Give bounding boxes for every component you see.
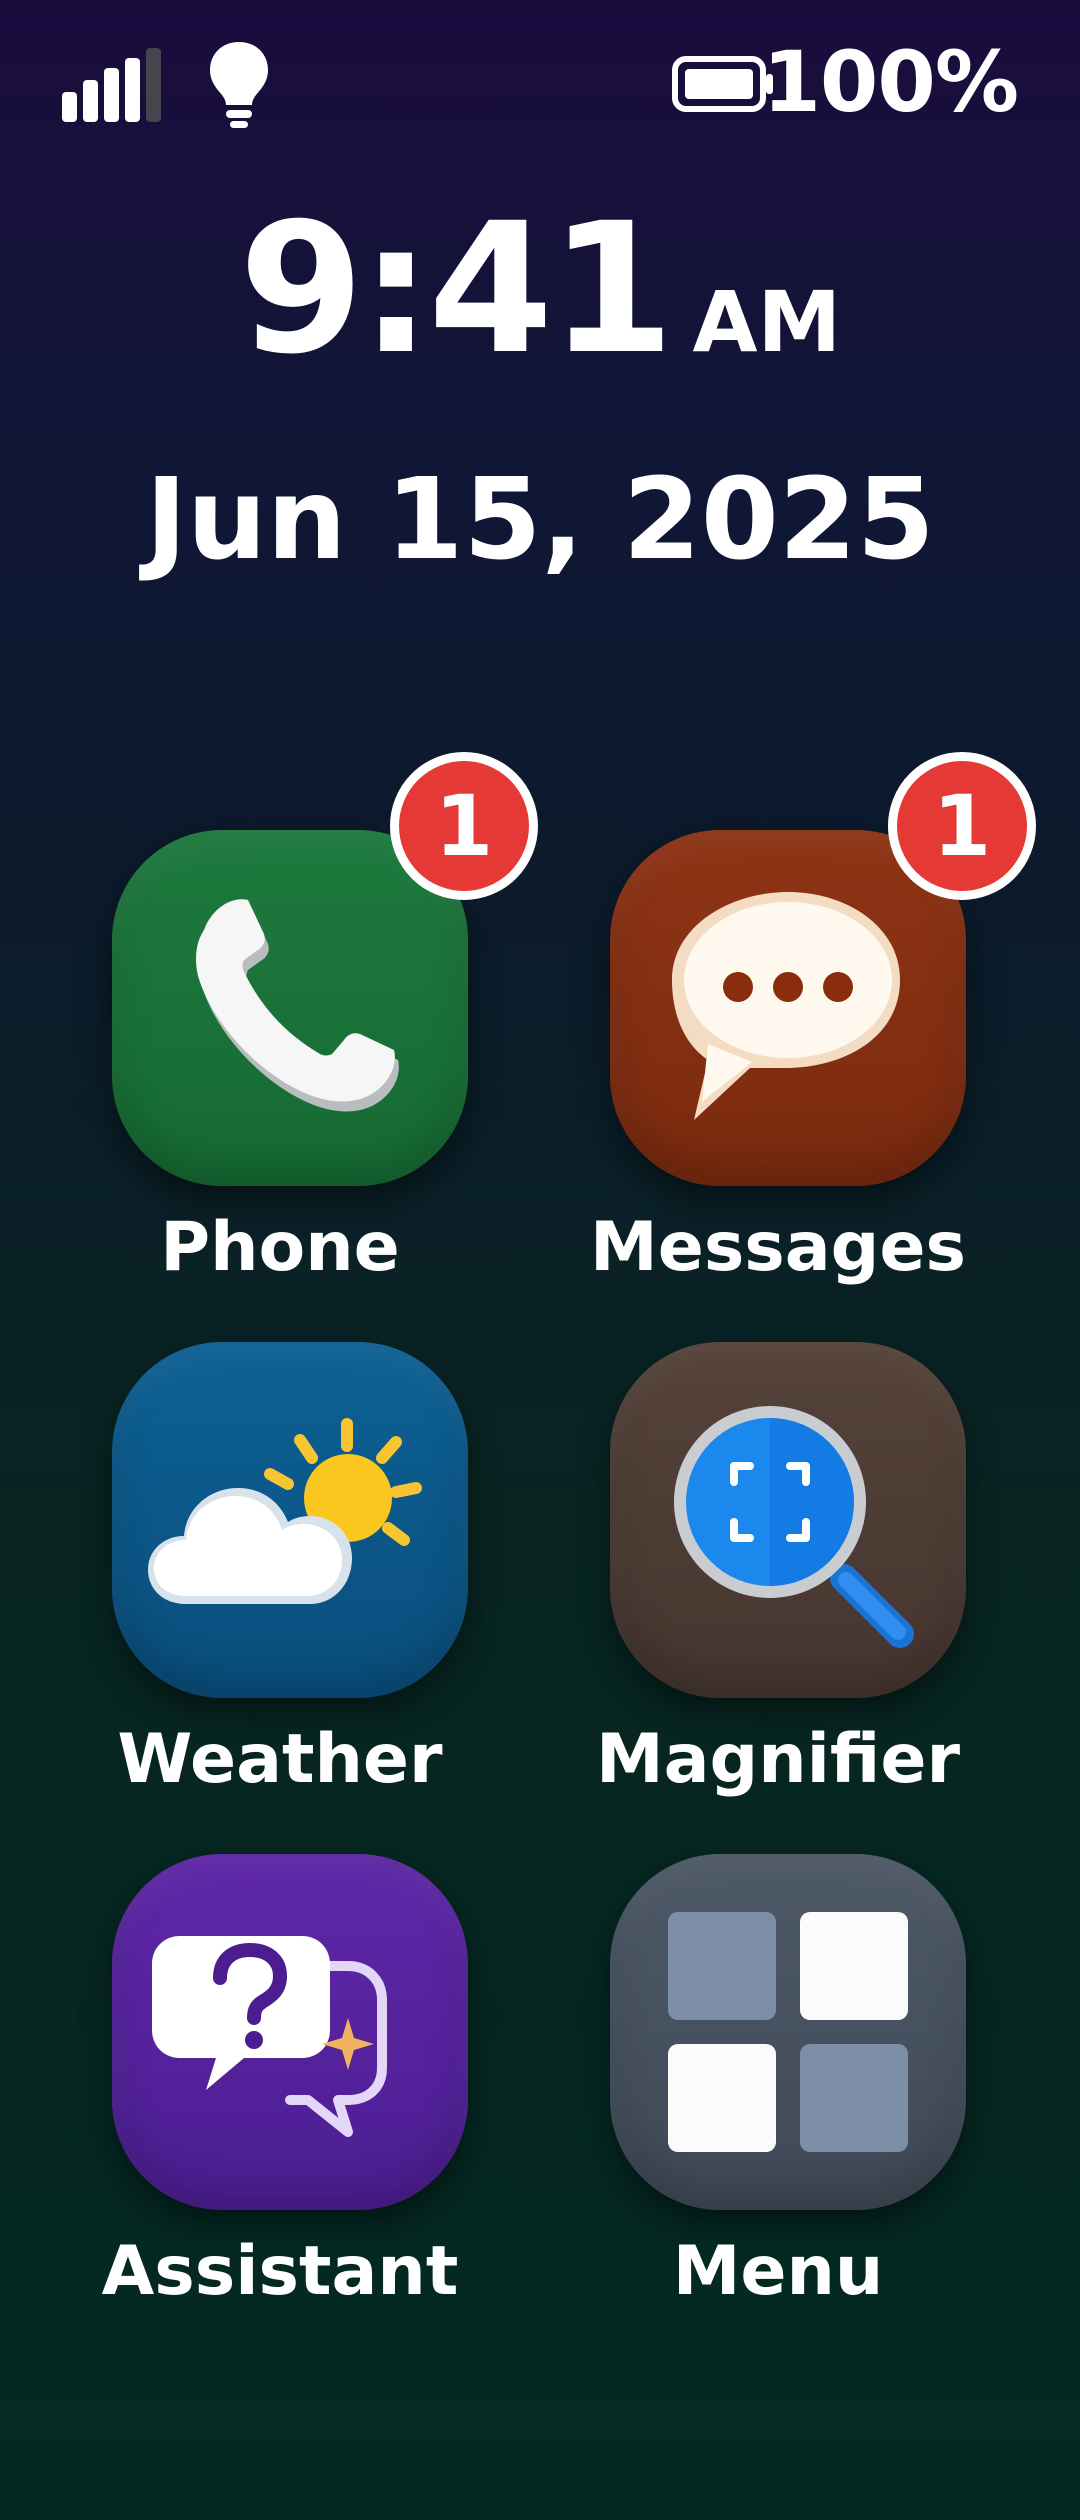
clock-ampm: AM — [692, 273, 842, 371]
clock-date: Jun 15, 2025 — [145, 455, 935, 585]
messages-notification-badge: 1 — [888, 752, 1036, 900]
signal-bar — [62, 92, 77, 122]
partly-cloudy-icon — [148, 1418, 422, 1604]
app-messages-tile[interactable]: 1 — [610, 752, 1036, 1186]
app-phone-tile[interactable]: 1 — [112, 752, 538, 1186]
app-menu-tile[interactable] — [610, 1854, 966, 2210]
app-messages[interactable]: 1 Messages — [538, 752, 1036, 1310]
assistant-question-icon — [152, 1936, 387, 2137]
signal-bar — [83, 80, 98, 122]
magnifier-icon — [674, 1406, 914, 1648]
battery-percentage: 100% — [762, 33, 1019, 131]
app-assistant[interactable]: Assistant — [40, 1854, 520, 2334]
app-magnifier[interactable]: Magnifier — [538, 1342, 1018, 1822]
signal-bar — [125, 58, 140, 122]
app-label: Assistant — [101, 2232, 459, 2311]
battery-icon — [672, 56, 773, 112]
phone-icon — [196, 899, 399, 1112]
signal-bar — [104, 68, 119, 122]
app-magnifier-tile[interactable] — [610, 1342, 966, 1698]
app-menu[interactable]: Menu — [538, 1854, 1018, 2334]
battery-fill — [685, 69, 753, 99]
app-label: Menu — [672, 2232, 884, 2311]
clock-time: 9:41 — [238, 185, 675, 394]
phone-notification-badge: 1 — [390, 752, 538, 900]
chat-bubble-icon — [672, 892, 900, 1120]
status-bar: 100% — [0, 30, 1080, 131]
grid-menu-icon — [668, 1912, 908, 2152]
lightbulb-icon[interactable] — [206, 38, 272, 130]
app-weather-tile[interactable] — [112, 1342, 468, 1698]
signal-icon — [62, 48, 164, 122]
app-phone[interactable]: 1 Phone — [40, 752, 538, 1310]
signal-bar — [146, 48, 161, 122]
app-weather[interactable]: Weather — [40, 1342, 520, 1822]
clock: 9:41 AM — [0, 200, 1080, 380]
app-label: Weather — [117, 1720, 443, 1799]
app-label: Phone — [160, 1208, 400, 1287]
app-assistant-tile[interactable] — [112, 1854, 468, 2210]
app-label: Messages — [590, 1208, 966, 1287]
app-label: Magnifier — [595, 1720, 960, 1799]
